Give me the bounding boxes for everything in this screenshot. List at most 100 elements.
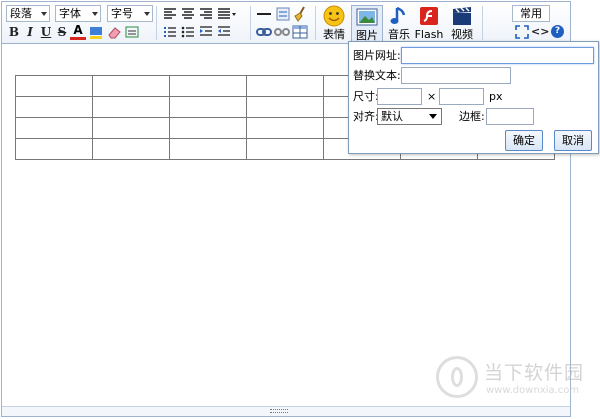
format-painter-button[interactable] (124, 24, 140, 40)
table-cell[interactable] (15, 117, 93, 139)
emotion-button-label: 表情 (323, 28, 345, 41)
emotion-button[interactable]: 表情 (318, 5, 350, 43)
table-cell[interactable] (92, 96, 170, 118)
align-label: 对齐: (353, 110, 379, 123)
align-right-icon (200, 8, 212, 19)
image-url-input[interactable] (401, 47, 594, 64)
table-cell[interactable] (246, 96, 324, 118)
table-cell[interactable] (169, 117, 247, 139)
underline-button[interactable]: U (38, 24, 54, 40)
toolbar-separator (482, 6, 483, 40)
table-cell[interactable] (169, 138, 247, 160)
table-cell[interactable] (15, 75, 93, 97)
toolbar-separator (315, 6, 316, 40)
cancel-button[interactable]: 取消 (554, 130, 592, 151)
site-watermark: 当下软件园 www.downxia.com (436, 352, 596, 412)
table-cell[interactable] (92, 75, 170, 97)
video-button-label: 视频 (451, 28, 473, 41)
source-code-button[interactable]: <> (531, 24, 549, 40)
image-url-label: 图片网址: (353, 49, 401, 62)
italic-button[interactable]: I (22, 24, 38, 40)
eraser-button[interactable] (106, 24, 122, 40)
help-button[interactable]: ? (551, 25, 564, 38)
common-dropdown-label: 常用 (520, 7, 542, 20)
size-label: 尺寸: (353, 90, 379, 103)
background-color-button[interactable] (88, 24, 104, 40)
flash-button-label: Flash (414, 28, 444, 41)
resize-grip-icon[interactable] (270, 409, 288, 413)
paragraph-dropdown-label: 段落 (10, 7, 32, 20)
clapperboard-icon (453, 7, 471, 25)
font-color-button[interactable]: A (70, 24, 86, 40)
table-cell[interactable] (169, 96, 247, 118)
chevron-down-icon (41, 12, 47, 16)
clear-format-button[interactable] (292, 6, 308, 22)
bold-button[interactable]: B (6, 24, 22, 40)
watermark-logo-icon (436, 356, 478, 398)
unordered-list-button[interactable] (180, 24, 196, 40)
video-button[interactable]: 视频 (446, 5, 478, 43)
chevron-down-icon (429, 114, 437, 119)
image-button[interactable]: 图片 (351, 5, 383, 43)
border-label: 边框: (459, 110, 485, 123)
music-button-label: 音乐 (388, 28, 410, 41)
font-size-dropdown-label: 字号 (111, 7, 133, 20)
border-input[interactable] (486, 108, 534, 125)
table-cell[interactable] (15, 138, 93, 160)
font-dropdown-label: 字体 (59, 7, 81, 20)
font-dropdown[interactable]: 字体 (55, 5, 101, 22)
paragraph-dropdown[interactable]: 段落 (6, 5, 50, 22)
broom-icon (294, 6, 305, 22)
insert-table-button[interactable] (292, 24, 308, 40)
width-input[interactable] (377, 88, 422, 105)
table-cell[interactable] (92, 138, 170, 160)
alt-text-label: 替换文本: (353, 69, 401, 82)
alt-text-input[interactable] (401, 67, 511, 84)
watermark-url: www.downxia.com (486, 385, 580, 396)
table-cell[interactable] (92, 117, 170, 139)
horizontal-rule-button[interactable] (256, 6, 272, 22)
table-cell[interactable] (15, 96, 93, 118)
watermark-name: 当下软件园 (484, 362, 585, 384)
align-select[interactable]: 默认 (377, 108, 442, 125)
height-input[interactable] (439, 88, 484, 105)
confirm-button[interactable]: 确定 (505, 130, 543, 151)
table-cell[interactable] (169, 75, 247, 97)
times-sign: × (427, 90, 437, 103)
chevron-down-icon (144, 12, 150, 16)
editor-toolbar: 段落 字体 字号 B I U S A 表情 图片 音乐 Flash 视频 常用 … (2, 2, 570, 44)
insert-line-button[interactable] (274, 6, 290, 22)
table-cell[interactable] (246, 75, 324, 97)
insert-line-icon (276, 7, 290, 21)
link-icon (256, 28, 272, 36)
table-icon (292, 25, 308, 39)
fullscreen-button[interactable] (514, 25, 530, 41)
align-center-button[interactable] (180, 6, 196, 22)
fullscreen-icon (515, 25, 529, 39)
unordered-list-icon (181, 26, 194, 38)
toolbar-separator (156, 6, 157, 40)
smiley-icon (323, 5, 345, 27)
common-dropdown[interactable]: 常用 (512, 5, 550, 22)
outdent-icon (218, 26, 230, 36)
flash-button[interactable]: Flash (412, 5, 446, 43)
justify-dropdown-button[interactable] (216, 6, 238, 22)
ordered-list-icon (164, 27, 176, 37)
music-button[interactable]: 音乐 (383, 5, 415, 43)
indent-button[interactable] (198, 24, 214, 40)
align-right-button[interactable] (198, 6, 214, 22)
table-cell[interactable] (246, 117, 324, 139)
align-center-icon (182, 8, 194, 19)
font-size-dropdown[interactable]: 字号 (107, 5, 153, 22)
image-icon (356, 8, 378, 26)
ordered-list-button[interactable] (162, 24, 178, 40)
outdent-button[interactable] (216, 24, 232, 40)
align-left-button[interactable] (162, 6, 178, 22)
unlink-icon (274, 28, 290, 36)
link-button[interactable] (256, 24, 272, 40)
table-cell[interactable] (246, 138, 324, 160)
unlink-button[interactable] (274, 24, 290, 40)
image-insert-dialog: 图片网址: 替换文本: 尺寸: × px 对齐: 默认 边框: 确定 取消 (348, 41, 599, 154)
strikethrough-button[interactable]: S (54, 24, 70, 40)
eraser-icon (108, 27, 121, 39)
